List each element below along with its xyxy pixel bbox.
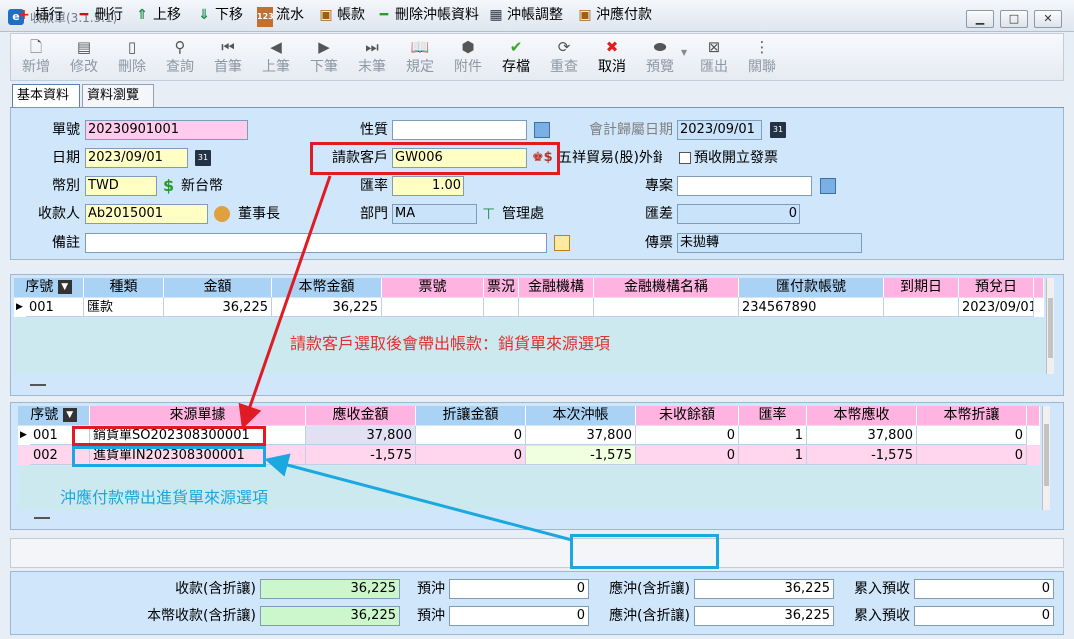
local-prepay-total: 0 <box>449 606 589 626</box>
local-receipt-label: 本幣收款(含折讓) <box>147 608 256 624</box>
prepay-label: 預沖 <box>417 581 445 597</box>
local-offset-label: 應沖(含折讓) <box>609 608 690 624</box>
receipt-label: 收款(含折讓) <box>175 581 256 597</box>
receipt-total: 36,225 <box>260 579 400 599</box>
annotation-arrows <box>238 175 573 542</box>
local-accum-total: 0 <box>914 606 1054 626</box>
arrow-payable-to-purchase <box>264 453 573 542</box>
prepay-total: 0 <box>449 579 589 599</box>
local-offset-total: 36,225 <box>694 606 834 626</box>
local-accum-label: 累入預收 <box>854 608 910 624</box>
local-receipt-total: 36,225 <box>260 606 400 626</box>
arrow-customer-to-sales <box>238 175 332 430</box>
local-prepay-label: 預沖 <box>417 608 445 624</box>
accum-label: 累入預收 <box>854 581 910 597</box>
accum-total: 0 <box>914 579 1054 599</box>
offset-label: 應沖(含折讓) <box>609 581 690 597</box>
offset-total: 36,225 <box>694 579 834 599</box>
